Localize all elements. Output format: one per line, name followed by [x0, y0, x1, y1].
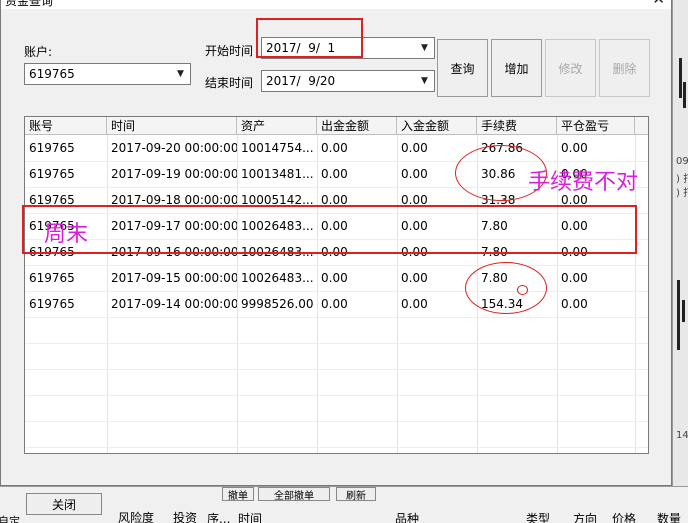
annotation-weekend: 周末: [44, 222, 89, 247]
table-cell-col-time[interactable]: 2017-09-19 00:00:00: [107, 167, 237, 181]
table-cell-col-assets[interactable]: 10026483...: [237, 271, 317, 285]
col-seq: 序...: [207, 512, 231, 523]
annotation-start-date-box: [256, 18, 363, 58]
col-time: 时间: [238, 512, 263, 523]
grid-row-line: [25, 421, 648, 422]
header-col-account[interactable]: 账号: [25, 117, 107, 135]
grid-column-line: [107, 135, 108, 453]
grid-row-line: [25, 447, 648, 448]
col-product: 品种: [395, 512, 420, 523]
table-cell-col-assets[interactable]: 10014754...: [237, 141, 317, 155]
table-cell-col-assets[interactable]: 10013481...: [237, 167, 317, 181]
grid-row-line: [25, 317, 648, 318]
tab-refresh[interactable]: 刷新: [336, 487, 376, 502]
table-cell-col-account[interactable]: 619765: [25, 167, 107, 181]
candle-mark: [677, 280, 680, 350]
bottom-risk-label: 风险度: [118, 511, 155, 523]
account-value: 619765: [29, 67, 75, 81]
table-cell-col-account[interactable]: 619765: [25, 297, 107, 311]
bg-text: 09/: [676, 156, 688, 167]
table-cell-col-time[interactable]: 2017-09-15 00:00:00: [107, 271, 237, 285]
grid-row-line: [25, 395, 648, 396]
col-price: 价格: [612, 512, 637, 523]
header-col-close-pnl[interactable]: 平仓盈亏: [557, 117, 635, 135]
table-cell-col-close-pnl[interactable]: 0.00: [557, 297, 635, 311]
annotation-small-circle: [517, 285, 528, 295]
chevron-down-icon[interactable]: ▼: [416, 39, 433, 57]
grid-row-line: [25, 161, 648, 162]
annotation-fee-wrong: 手续费不对: [528, 170, 639, 195]
grid-row-line: [25, 291, 648, 292]
table-cell-col-account[interactable]: 619765: [25, 141, 107, 155]
table-cell-col-withdrawal[interactable]: 0.00: [317, 167, 397, 181]
header-col-time[interactable]: 时间: [107, 117, 237, 135]
grid-row-line: [25, 369, 648, 370]
account-label: 账户:: [24, 45, 53, 59]
candle-mark: [683, 82, 686, 108]
chevron-down-icon[interactable]: ▼: [416, 72, 433, 90]
table-cell-col-withdrawal[interactable]: 0.00: [317, 141, 397, 155]
grid-column-line: [397, 135, 398, 453]
header-col-assets[interactable]: 资产: [237, 117, 317, 135]
bottom-left-text: 自定: [0, 515, 20, 523]
end-date-value: 2017/ 9/20: [266, 74, 336, 88]
query-button[interactable]: 查询: [437, 39, 488, 97]
table-cell-col-deposit[interactable]: 0.00: [397, 297, 477, 311]
bg-text: ) 打: [676, 188, 688, 199]
table-cell-col-withdrawal[interactable]: 0.00: [317, 271, 397, 285]
close-icon[interactable]: ✕: [652, 0, 665, 8]
table-cell-col-assets[interactable]: 9998526.00: [237, 297, 317, 311]
close-button[interactable]: 关闭: [26, 493, 102, 515]
chevron-down-icon[interactable]: ▼: [172, 65, 189, 83]
tab-cancel-order[interactable]: 撤单: [222, 487, 254, 502]
header-col-fee[interactable]: 手续费: [477, 117, 557, 135]
grid-row-line: [25, 343, 648, 344]
table-cell-col-time[interactable]: 2017-09-14 00:00:00: [107, 297, 237, 311]
annotation-weekend-box: [22, 205, 637, 254]
header-col-deposit[interactable]: 入金金额: [397, 117, 477, 135]
table-cell-col-time[interactable]: 2017-09-20 00:00:00: [107, 141, 237, 155]
col-type: 类型: [526, 512, 551, 523]
table-cell-col-close-pnl[interactable]: 0.00: [557, 271, 635, 285]
end-date-picker[interactable]: 2017/ 9/20 ▼: [261, 70, 435, 92]
grid-column-line: [317, 135, 318, 453]
candle-mark: [682, 300, 685, 322]
header-col-withdrawal[interactable]: 出金金额: [317, 117, 397, 135]
table-cell-col-withdrawal[interactable]: 0.00: [317, 297, 397, 311]
bottom-invest-label: 投资: [173, 511, 198, 523]
grid-row-line: [25, 265, 648, 266]
bg-text: ) 打: [676, 174, 688, 185]
grid-column-line: [237, 135, 238, 453]
modify-button[interactable]: 修改: [545, 39, 596, 97]
tab-cancel-all[interactable]: 全部撤单: [258, 487, 330, 502]
title-bar: 资金查询 ✕: [1, 0, 671, 9]
start-time-label: 开始时间: [205, 44, 254, 58]
table-cell-col-deposit[interactable]: 0.00: [397, 141, 477, 155]
delete-button[interactable]: 删除: [599, 39, 650, 97]
account-select[interactable]: 619765 ▼: [24, 63, 191, 85]
table-header: 账号 时间 资产 出金金额 入金金额 手续费 平仓盈亏: [25, 117, 648, 135]
background-chart-strip: 09/ ) 打 ) 打 14: [672, 0, 688, 486]
end-time-label: 结束时间: [205, 76, 254, 90]
bg-text: 14: [676, 430, 688, 441]
add-button[interactable]: 增加: [491, 39, 542, 97]
table-cell-col-account[interactable]: 619765: [25, 271, 107, 285]
table-cell-col-close-pnl[interactable]: 0.00: [557, 141, 635, 155]
annotation-fee-ellipse: [465, 262, 547, 314]
col-direction: 方向: [573, 512, 598, 523]
candle-mark: [679, 58, 682, 98]
col-quantity: 数量: [657, 512, 682, 523]
dialog-title: 资金查询: [5, 0, 54, 8]
bottom-panel: 自定 关闭 风险度 投资 撤单 全部撤单 刷新 序... 时间 品种 类型 方向…: [0, 486, 688, 523]
